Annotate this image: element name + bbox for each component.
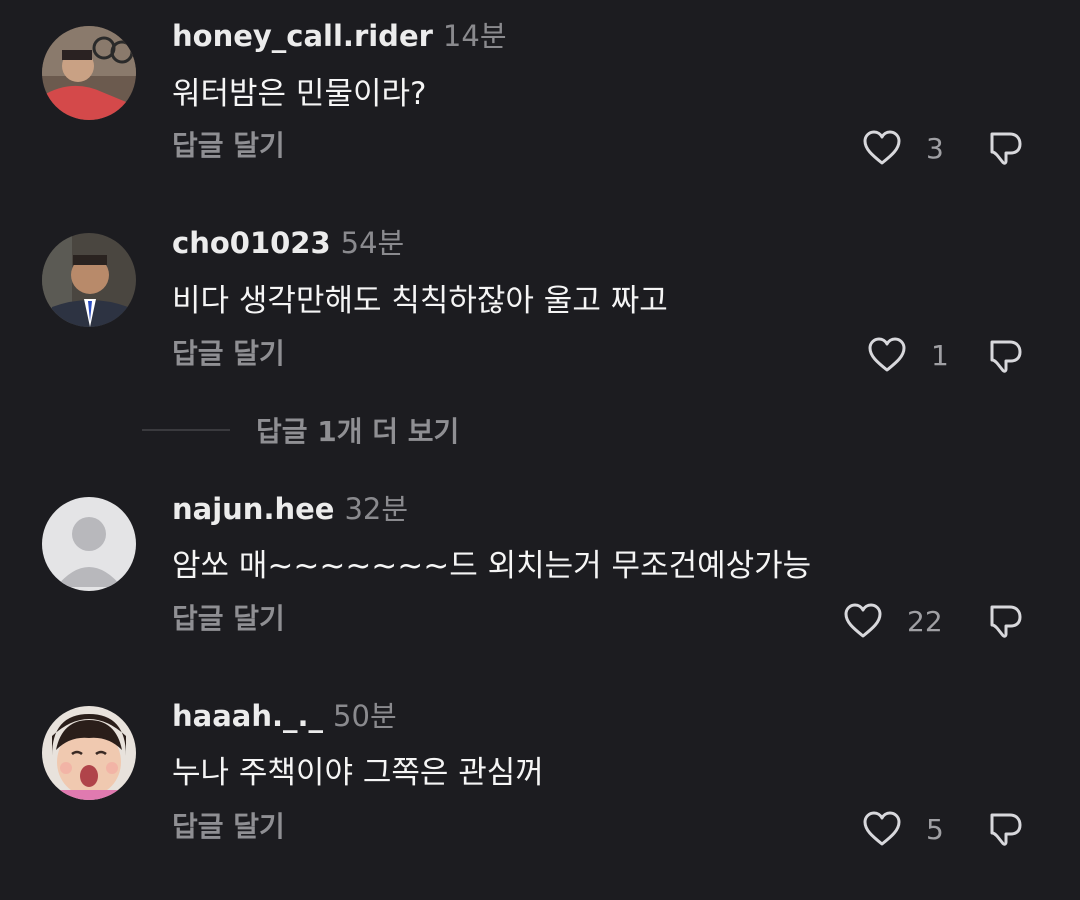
- like-button[interactable]: 1: [867, 336, 967, 374]
- comment-text: 비다 생각만해도 칙칙하잖아 울고 짜고: [172, 283, 668, 319]
- like-count: 22: [907, 604, 943, 638]
- comment-header: haaah._._ 50분: [172, 698, 397, 734]
- heart-outline-icon: [863, 130, 901, 165]
- heart-outline-icon: [868, 337, 906, 372]
- divider: [142, 429, 230, 431]
- reply-button[interactable]: 답글 달기: [172, 128, 285, 164]
- username[interactable]: haaah._._: [172, 699, 323, 733]
- view-more-replies-label: 답글 1개 더 보기: [256, 415, 460, 448]
- comment-header: najun.hee 32분: [172, 491, 408, 527]
- username[interactable]: cho01023: [172, 226, 331, 260]
- comment-header: cho01023 54분: [172, 225, 404, 261]
- comment-time: 50분: [333, 699, 397, 733]
- dislike-button[interactable]: [986, 601, 1026, 641]
- comment-time: 14분: [442, 19, 507, 53]
- thumbs-down-outline-icon: [990, 340, 1022, 373]
- avatar[interactable]: [42, 706, 136, 800]
- comment-text: 암쏘 매~~~~~~~드 외치는거 무조건예상가능: [172, 548, 812, 584]
- avatar[interactable]: [42, 233, 136, 327]
- like-button[interactable]: 22: [843, 602, 943, 640]
- heart-outline-icon: [844, 603, 882, 638]
- username[interactable]: najun.hee: [172, 492, 334, 526]
- dislike-button[interactable]: [986, 336, 1026, 376]
- comment-header: honey_call.rider 14분: [172, 18, 507, 54]
- username[interactable]: honey_call.rider: [172, 19, 433, 53]
- like-count: 3: [926, 131, 944, 165]
- comment-text: 누나 주책이야 그쪽은 관심꺼: [172, 755, 544, 791]
- comment-time: 54분: [340, 226, 405, 260]
- thumbs-down-outline-icon: [990, 132, 1022, 165]
- reply-button[interactable]: 답글 달기: [172, 336, 285, 372]
- dislike-button[interactable]: [986, 809, 1026, 849]
- like-count: 1: [931, 338, 949, 372]
- reply-button[interactable]: 답글 달기: [172, 809, 285, 845]
- avatar[interactable]: [42, 497, 136, 591]
- dislike-button[interactable]: [986, 128, 1026, 168]
- like-button[interactable]: 5: [862, 810, 962, 848]
- heart-outline-icon: [863, 811, 901, 846]
- avatar[interactable]: [42, 26, 136, 120]
- like-count: 5: [926, 812, 944, 846]
- thumbs-down-outline-icon: [990, 813, 1022, 846]
- comment-time: 32분: [344, 492, 409, 526]
- thumbs-down-outline-icon: [990, 605, 1022, 638]
- default-avatar-icon: [42, 497, 136, 591]
- like-button[interactable]: 3: [862, 129, 962, 167]
- reply-button[interactable]: 답글 달기: [172, 601, 285, 637]
- comment-text: 워터밤은 민물이라?: [172, 76, 427, 112]
- view-more-replies-button[interactable]: 답글 1개 더 보기: [142, 408, 459, 452]
